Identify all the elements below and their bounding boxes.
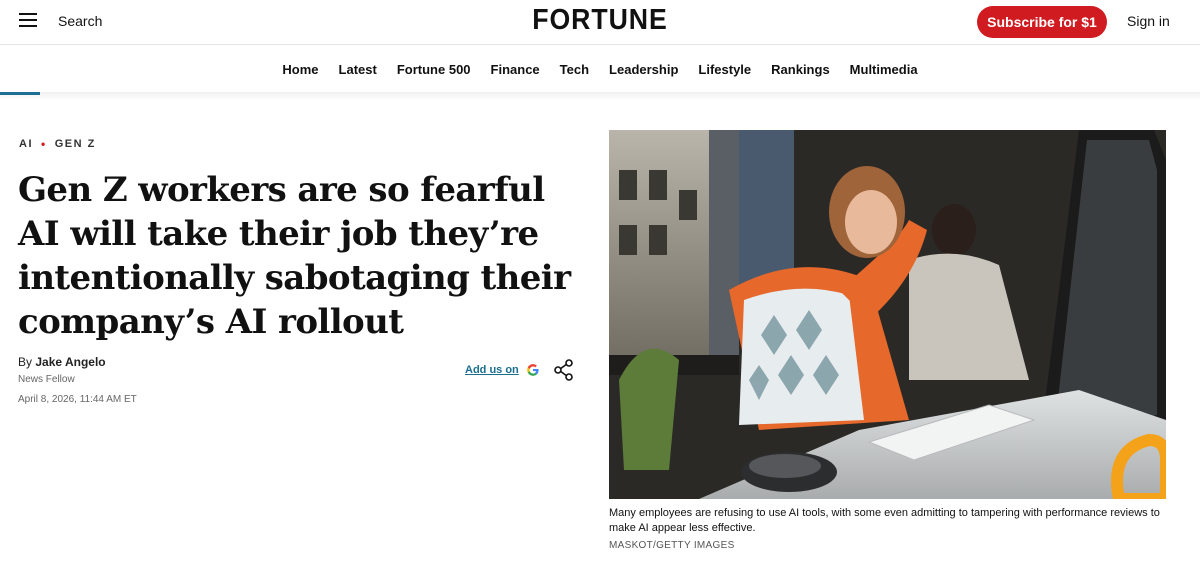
top-bar: Search FORTUNE Subscribe for $1 Sign in — [0, 0, 1200, 45]
add-us-label: Add us on — [465, 364, 519, 376]
article-headline: Gen Z workers are so fearful AI will tak… — [18, 170, 571, 342]
add-us-on-google-link[interactable]: Add us on — [465, 363, 540, 377]
nav-divider — [0, 92, 1200, 100]
article-tags: AI • GEN Z — [19, 137, 96, 151]
nav-item-lifestyle[interactable]: Lifestyle — [688, 62, 761, 77]
subscribe-button[interactable]: Subscribe for $1 — [977, 6, 1107, 38]
byline: By Jake Angelo — [18, 355, 106, 369]
publish-date: April 8, 2026, 11:44 AM ET — [18, 394, 137, 405]
byline-prefix: By — [18, 355, 33, 369]
hamburger-menu-icon[interactable] — [19, 12, 37, 28]
nav-item-fortune-500[interactable]: Fortune 500 — [387, 62, 481, 77]
image-credit: MASKOT/GETTY IMAGES — [609, 540, 735, 551]
article-hero-image — [609, 130, 1166, 499]
hero-photo-illustration — [609, 130, 1166, 499]
nav-item-latest[interactable]: Latest — [329, 62, 387, 77]
tag-ai[interactable]: AI — [19, 138, 33, 150]
nav-item-rankings[interactable]: Rankings — [761, 62, 840, 77]
nav-item-multimedia[interactable]: Multimedia — [840, 62, 928, 77]
reading-progress-bar — [0, 92, 40, 95]
author-name[interactable]: Jake Angelo — [35, 355, 105, 369]
nav-item-finance[interactable]: Finance — [481, 62, 550, 77]
google-icon — [526, 364, 539, 376]
nav-item-home[interactable]: Home — [272, 62, 328, 77]
author-role: News Fellow — [18, 374, 75, 385]
sign-in-link[interactable]: Sign in — [1127, 13, 1170, 29]
nav-item-leadership[interactable]: Leadership — [599, 62, 688, 77]
tag-gen-z[interactable]: GEN Z — [55, 138, 96, 150]
main-nav: Home Latest Fortune 500 Finance Tech Lea… — [0, 46, 1200, 93]
tag-separator-dot: • — [41, 137, 47, 151]
nav-item-tech[interactable]: Tech — [550, 62, 599, 77]
image-caption: Many employees are refusing to use AI to… — [609, 507, 1160, 534]
share-icon[interactable] — [554, 359, 574, 381]
